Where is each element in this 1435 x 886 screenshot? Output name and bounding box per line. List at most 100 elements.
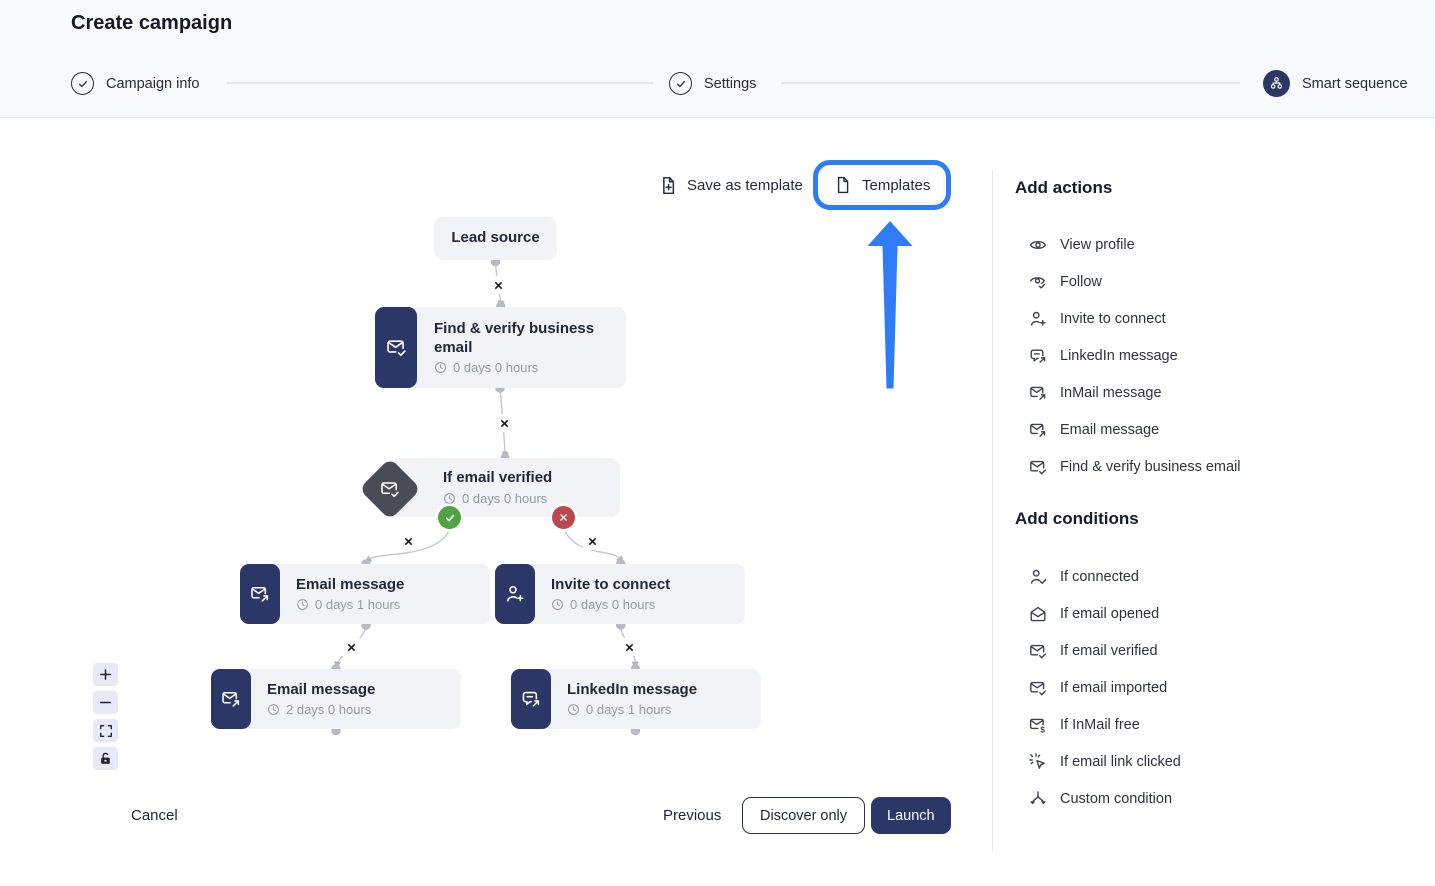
check-icon bbox=[444, 512, 456, 524]
node-delay: 0 days 0 hours bbox=[443, 491, 610, 506]
envelope-send-icon bbox=[211, 669, 251, 729]
node-title: Email message bbox=[267, 681, 451, 700]
node-lead-source[interactable]: Lead source bbox=[434, 217, 557, 260]
step-campaign-info[interactable]: Campaign info bbox=[71, 70, 200, 97]
remove-connection-button[interactable] bbox=[489, 276, 507, 294]
branch-yes-handle[interactable] bbox=[438, 506, 461, 529]
node-title: Find & verify business email bbox=[434, 320, 616, 358]
condition-item-if-inmail-free[interactable]: If InMail free bbox=[1015, 706, 1425, 743]
action-item-label: LinkedIn message bbox=[1060, 348, 1178, 364]
envelope-send-icon bbox=[1029, 421, 1047, 439]
fullscreen-icon bbox=[99, 724, 113, 738]
condition-item-if-connected[interactable]: If connected bbox=[1015, 558, 1425, 595]
add-actions-title: Add actions bbox=[1015, 178, 1112, 198]
condition-item-if-email-link-clicked[interactable]: If email link clicked bbox=[1015, 743, 1425, 780]
branch-icon bbox=[1029, 790, 1047, 808]
node-email-message-1[interactable]: Email message 0 days 1 hours bbox=[240, 564, 490, 624]
minus-icon bbox=[98, 695, 113, 710]
node-delay: 0 days 1 hours bbox=[296, 597, 480, 612]
lock-canvas-button[interactable] bbox=[93, 747, 118, 770]
clock-icon bbox=[443, 492, 456, 505]
add-conditions-list: If connected If email opened If email ve… bbox=[1015, 558, 1425, 817]
action-item-invite-to-connect[interactable]: Invite to connect bbox=[1015, 300, 1425, 337]
remove-connection-button[interactable] bbox=[620, 638, 638, 656]
remove-connection-button[interactable] bbox=[495, 414, 513, 432]
cancel-button[interactable]: Cancel bbox=[131, 807, 178, 824]
envelope-check-icon bbox=[380, 479, 400, 499]
cursor-click-icon bbox=[1029, 753, 1047, 771]
remove-connection-button[interactable] bbox=[399, 532, 417, 550]
clock-icon bbox=[567, 703, 580, 716]
remove-connection-button[interactable] bbox=[583, 532, 601, 550]
action-item-label: Email message bbox=[1060, 422, 1159, 438]
action-item-label: View profile bbox=[1060, 237, 1135, 253]
action-item-inmail-message[interactable]: InMail message bbox=[1015, 374, 1425, 411]
condition-item-label: If email imported bbox=[1060, 680, 1167, 696]
zoom-in-button[interactable] bbox=[93, 663, 118, 686]
node-title: Lead source bbox=[451, 229, 539, 248]
envelope-send-icon bbox=[240, 564, 280, 624]
action-item-find-verify-business-email[interactable]: Find & verify business email bbox=[1015, 448, 1425, 485]
action-item-email-message[interactable]: Email message bbox=[1015, 411, 1425, 448]
previous-button[interactable]: Previous bbox=[663, 807, 721, 824]
action-item-label: Follow bbox=[1060, 274, 1102, 290]
node-delay-value: 2 days 0 hours bbox=[286, 702, 371, 717]
action-item-label: InMail message bbox=[1060, 385, 1162, 401]
discover-only-button[interactable]: Discover only bbox=[742, 797, 865, 834]
templates-button[interactable]: Templates bbox=[821, 168, 943, 202]
clock-icon bbox=[551, 598, 564, 611]
callout-arrow-up bbox=[868, 221, 913, 389]
templates-label: Templates bbox=[862, 177, 930, 194]
action-item-follow[interactable]: Follow bbox=[1015, 263, 1425, 300]
save-as-template-button[interactable]: Save as template bbox=[659, 176, 803, 195]
eye-check-icon bbox=[1029, 273, 1047, 291]
condition-item-if-email-opened[interactable]: If email opened bbox=[1015, 595, 1425, 632]
step-label: Settings bbox=[704, 76, 756, 92]
node-find-verify-business-email[interactable]: Find & verify business email 0 days 0 ho… bbox=[375, 307, 626, 388]
check-icon bbox=[77, 78, 89, 90]
condition-item-if-email-verified[interactable]: If email verified bbox=[1015, 632, 1425, 669]
condition-item-label: Custom condition bbox=[1060, 791, 1172, 807]
sequence-icon bbox=[1269, 76, 1284, 91]
step-smart-sequence[interactable]: Smart sequence bbox=[1263, 70, 1408, 97]
envelope-send-icon bbox=[221, 689, 241, 709]
lock-icon bbox=[98, 751, 113, 766]
condition-item-if-email-imported[interactable]: If email imported bbox=[1015, 669, 1425, 706]
condition-item-label: If connected bbox=[1060, 569, 1139, 585]
condition-item-custom-condition[interactable]: Custom condition bbox=[1015, 780, 1425, 817]
step-label: Smart sequence bbox=[1302, 76, 1408, 92]
plus-icon bbox=[98, 667, 113, 682]
branch-no-handle[interactable] bbox=[552, 506, 575, 529]
envelope-send-icon bbox=[250, 584, 270, 604]
node-if-email-verified[interactable]: If email verified 0 days 0 hours bbox=[391, 458, 620, 517]
remove-connection-button[interactable] bbox=[342, 638, 360, 656]
node-delay-value: 0 days 1 hours bbox=[586, 702, 671, 717]
node-delay: 0 days 0 hours bbox=[434, 360, 616, 375]
action-item-linkedin-message[interactable]: LinkedIn message bbox=[1015, 337, 1425, 374]
step-settings[interactable]: Settings bbox=[669, 70, 756, 97]
step-connector-line bbox=[227, 82, 653, 84]
envelope-check-icon bbox=[1029, 679, 1047, 697]
node-invite-to-connect[interactable]: Invite to connect 0 days 0 hours bbox=[495, 564, 745, 624]
action-item-view-profile[interactable]: View profile bbox=[1015, 226, 1425, 263]
envelope-check-icon bbox=[1029, 458, 1047, 476]
zoom-out-button[interactable] bbox=[93, 691, 118, 714]
person-check-icon bbox=[1029, 568, 1047, 586]
clock-icon bbox=[267, 703, 280, 716]
node-delay: 0 days 1 hours bbox=[567, 702, 751, 717]
node-email-message-2[interactable]: Email message 2 days 0 hours bbox=[211, 669, 461, 729]
chat-send-icon bbox=[521, 689, 541, 709]
x-icon bbox=[558, 512, 569, 523]
action-item-label: Find & verify business email bbox=[1060, 459, 1241, 475]
node-delay-value: 0 days 1 hours bbox=[315, 597, 400, 612]
step-label: Campaign info bbox=[106, 76, 200, 92]
node-delay: 2 days 0 hours bbox=[267, 702, 451, 717]
step-completed-icon bbox=[669, 72, 692, 95]
node-linkedin-message[interactable]: LinkedIn message 0 days 1 hours bbox=[511, 669, 761, 729]
fit-view-button[interactable] bbox=[93, 719, 118, 742]
launch-button[interactable]: Launch bbox=[871, 797, 951, 834]
envelope-check-icon bbox=[375, 307, 417, 388]
envelope-send-icon bbox=[1029, 384, 1047, 402]
sequence-icon bbox=[1263, 70, 1290, 97]
clock-icon bbox=[434, 361, 447, 374]
